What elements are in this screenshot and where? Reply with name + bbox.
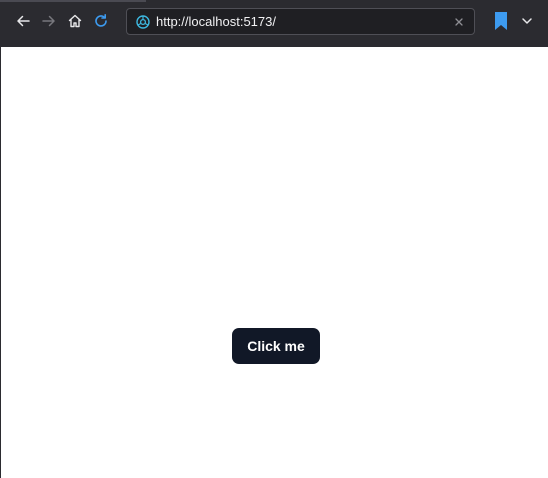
home-button[interactable] — [64, 10, 86, 32]
reload-button[interactable] — [90, 10, 112, 32]
reload-icon — [95, 14, 107, 27]
home-icon — [68, 14, 82, 28]
arrow-right-icon — [42, 15, 55, 27]
back-button[interactable] — [12, 10, 34, 32]
url-text[interactable]: http://localhost:5173/ — [156, 14, 276, 30]
bookmark-icon[interactable] — [492, 10, 510, 32]
close-icon[interactable] — [452, 15, 466, 29]
forward-button[interactable] — [38, 10, 60, 32]
page-content: Click me — [0, 47, 548, 478]
click-me-button[interactable]: Click me — [232, 328, 320, 364]
browser-toolbar: http://localhost:5173/ — [0, 0, 548, 47]
arrow-left-icon — [17, 15, 30, 27]
chevron-down-icon[interactable] — [518, 12, 536, 30]
active-tab-indicator — [0, 0, 146, 2]
site-identity-icon[interactable] — [135, 14, 151, 30]
address-bar[interactable]: http://localhost:5173/ — [126, 8, 475, 35]
